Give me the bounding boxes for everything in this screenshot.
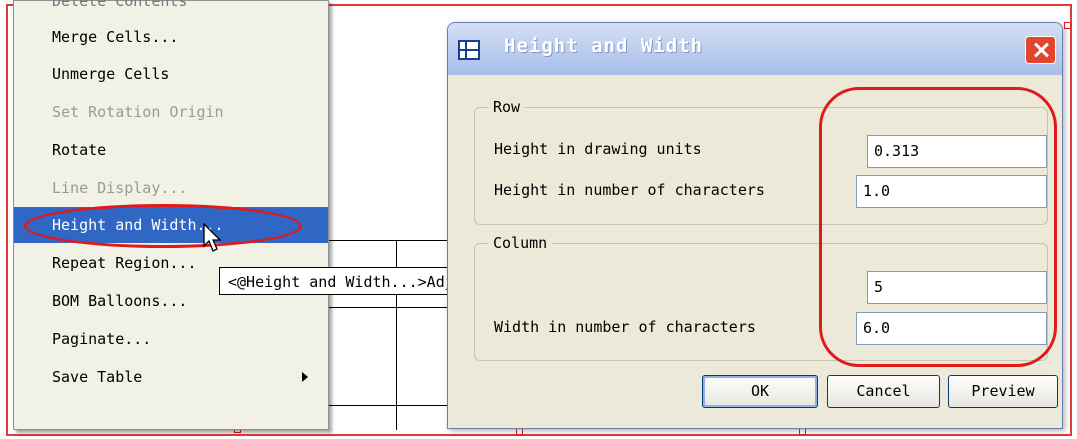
- grip-marker[interactable]: [516, 428, 523, 435]
- height-characters-field[interactable]: 1.0: [856, 175, 1047, 208]
- ok-button[interactable]: OK: [702, 375, 818, 408]
- menu-item-merge-cells[interactable]: Merge Cells...: [14, 19, 328, 55]
- menu-item-label: Save Table: [52, 368, 143, 386]
- menu-item-label: Paginate...: [52, 330, 152, 348]
- menu-item-label: Set Rotation Origin: [52, 103, 224, 121]
- menu-item-label: Rotate: [52, 141, 107, 159]
- menu-item-delete-contents[interactable]: Delete Contents: [14, 0, 328, 19]
- menu-item-unmerge-cells[interactable]: Unmerge Cells: [14, 56, 328, 92]
- menu-item-save-table[interactable]: Save Table: [14, 359, 328, 395]
- menu-item-label: Unmerge Cells: [52, 65, 170, 83]
- menu-item-set-rotation-origin: Set Rotation Origin: [14, 94, 328, 130]
- height-drawing-units-field[interactable]: 0.313: [867, 135, 1047, 168]
- preview-button[interactable]: Preview: [948, 375, 1058, 408]
- menu-item-label: Delete Contents: [52, 0, 188, 10]
- cancel-button[interactable]: Cancel: [827, 375, 940, 408]
- height-width-dialog: Height and Width Row Height in drawing u…: [447, 22, 1063, 429]
- context-menu: Delete Contents Merge Cells... Unmerge C…: [13, 0, 329, 430]
- menu-item-rotate[interactable]: Rotate: [14, 132, 328, 168]
- menu-item-label: Repeat Region...: [52, 254, 197, 272]
- width-drawing-units-field[interactable]: 5: [867, 271, 1047, 304]
- column-group-title: Column: [488, 234, 553, 252]
- dialog-title: Height and Width: [504, 35, 704, 57]
- close-button[interactable]: [1025, 36, 1056, 64]
- height-characters-label: Height in number of characters: [494, 181, 765, 199]
- menu-item-label: BOM Balloons...: [52, 292, 188, 310]
- row-group-title: Row: [488, 98, 526, 116]
- dialog-titlebar[interactable]: Height and Width: [448, 23, 1062, 75]
- grip-marker[interactable]: [1064, 22, 1071, 29]
- width-characters-label: Width in number of characters: [494, 318, 756, 336]
- menu-item-label: Merge Cells...: [52, 28, 179, 46]
- submenu-arrow-icon: [302, 372, 308, 382]
- menu-item-label: Height and Width...: [52, 216, 224, 234]
- menu-item-height-and-width[interactable]: Height and Width...: [14, 207, 328, 243]
- menu-item-paginate[interactable]: Paginate...: [14, 321, 328, 357]
- width-characters-field[interactable]: 6.0: [856, 312, 1047, 345]
- mouse-pointer-icon: [203, 223, 222, 252]
- table-icon: [458, 40, 480, 60]
- grip-marker[interactable]: [799, 428, 806, 435]
- height-drawing-units-label: Height in drawing units: [494, 140, 702, 158]
- menu-item-label: Line Display...: [52, 179, 188, 197]
- menu-item-line-display: Line Display...: [14, 170, 328, 206]
